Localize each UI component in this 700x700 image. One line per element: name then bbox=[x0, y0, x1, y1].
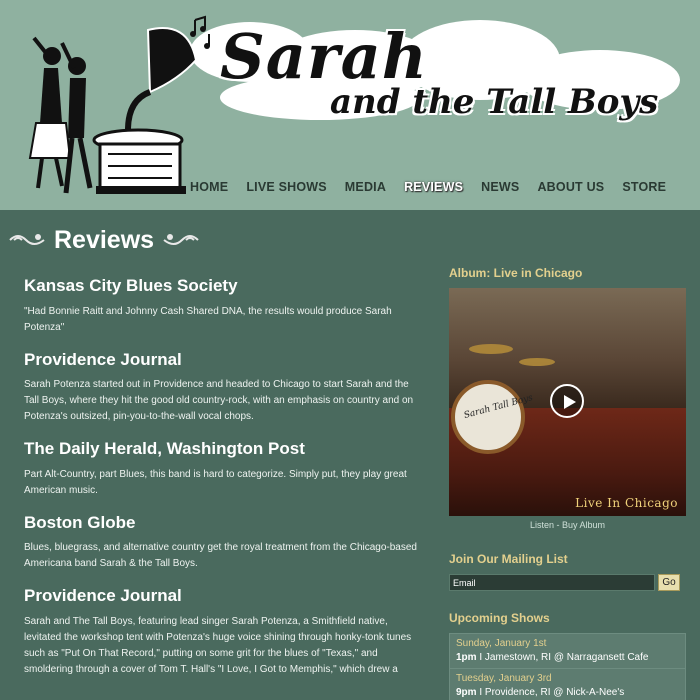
review-source: Providence Journal bbox=[24, 349, 182, 369]
review-source: Providence Journal bbox=[24, 586, 182, 606]
link-separator: - bbox=[554, 520, 562, 530]
flourish-right-icon bbox=[163, 234, 199, 245]
review-text: "Had Bonnie Raitt and Johnny Cash Shared… bbox=[24, 305, 392, 333]
go-button[interactable]: Go bbox=[658, 574, 680, 591]
nav-home[interactable]: HOME bbox=[190, 180, 228, 194]
mailing-list-heading: Join Our Mailing List bbox=[449, 552, 568, 566]
album-cover-text: Live In Chicago bbox=[575, 496, 678, 510]
album-heading: Album: Live in Chicago bbox=[449, 266, 583, 280]
review-source: The Daily Herald, Washington Post bbox=[24, 439, 305, 459]
nav-media[interactable]: MEDIA bbox=[345, 180, 386, 194]
nav-store[interactable]: STORE bbox=[622, 180, 666, 194]
flourish-left-icon bbox=[9, 234, 45, 245]
sidebar: Album: Live in Chicago Sarah Tall Boys L… bbox=[449, 266, 686, 700]
bass-drum bbox=[451, 380, 525, 454]
nav-about-us[interactable]: ABOUT US bbox=[537, 180, 604, 194]
review-source: Kansas City Blues Society bbox=[24, 276, 238, 295]
review-item: Providence Journal Sarah and The Tall Bo… bbox=[24, 586, 424, 678]
buy-album-link[interactable]: Buy Album bbox=[562, 520, 605, 530]
show-time: 9pm bbox=[456, 687, 477, 698]
review-item: The Daily Herald, Washington Post Part A… bbox=[24, 439, 424, 499]
logo-subtitle: and the Tall Boys bbox=[330, 82, 659, 122]
review-item: Boston Globe Blues, bluegrass, and alter… bbox=[24, 513, 424, 573]
play-icon[interactable] bbox=[550, 384, 584, 418]
upcoming-shows-heading: Upcoming Shows bbox=[449, 611, 550, 625]
review-text: Part Alt-Country, part Blues, this band … bbox=[24, 468, 407, 496]
cymbal-decoration bbox=[469, 344, 513, 354]
review-item: Kansas City Blues Society "Had Bonnie Ra… bbox=[24, 276, 424, 336]
site-header: Sarah and the Tall Boys HOME LIVE SHOWS … bbox=[0, 0, 700, 210]
show-info: 9pm I Providence, RI @ Nick-A-Nee's bbox=[456, 687, 679, 698]
review-text: Sarah Potenza started out in Providence … bbox=[24, 379, 414, 423]
show-date: Tuesday, January 3rd bbox=[456, 673, 552, 684]
album-links: Listen - Buy Album bbox=[449, 520, 686, 530]
shows-list: Sunday, January 1st 1pm I Jamestown, RI … bbox=[449, 633, 686, 700]
show-venue: Jamestown, RI @ Narragansett Cafe bbox=[484, 652, 649, 663]
review-text: Sarah and The Tall Boys, featuring lead … bbox=[24, 615, 412, 675]
page-title-bar: Reviews bbox=[8, 224, 200, 256]
cymbal-decoration bbox=[519, 358, 555, 366]
show-venue: Providence, RI @ Nick-A-Nee's bbox=[484, 687, 625, 698]
nav-news[interactable]: NEWS bbox=[481, 180, 519, 194]
show-separator: I bbox=[476, 687, 485, 698]
album-video[interactable]: Sarah Tall Boys Live In Chicago bbox=[449, 288, 686, 516]
page-title: Reviews bbox=[54, 225, 155, 254]
review-item: Providence Journal Sarah Potenza started… bbox=[24, 350, 424, 426]
show-date: Sunday, January 1st bbox=[456, 638, 547, 649]
show-info: 1pm I Jamestown, RI @ Narragansett Cafe bbox=[456, 652, 679, 663]
show-item[interactable]: Sunday, January 1st 1pm I Jamestown, RI … bbox=[450, 634, 685, 669]
show-separator: I bbox=[476, 652, 485, 663]
phonograph-icon bbox=[92, 27, 198, 194]
email-input[interactable] bbox=[449, 574, 655, 591]
reviews-list: Kansas City Blues Society "Had Bonnie Ra… bbox=[24, 276, 424, 692]
show-item[interactable]: Tuesday, January 3rd 9pm I Providence, R… bbox=[450, 669, 685, 700]
review-source: Boston Globe bbox=[24, 512, 136, 532]
listen-link[interactable]: Listen bbox=[530, 520, 554, 530]
nav-reviews[interactable]: REVIEWS bbox=[404, 180, 463, 194]
show-time: 1pm bbox=[456, 652, 477, 663]
review-text: Blues, bluegrass, and alternative countr… bbox=[24, 542, 417, 570]
main-nav: HOME LIVE SHOWS MEDIA REVIEWS NEWS ABOUT… bbox=[190, 180, 684, 194]
site-logo[interactable]: Sarah and the Tall Boys bbox=[210, 20, 680, 140]
mailing-list-form: Go bbox=[449, 574, 686, 591]
nav-live-shows[interactable]: LIVE SHOWS bbox=[246, 180, 326, 194]
